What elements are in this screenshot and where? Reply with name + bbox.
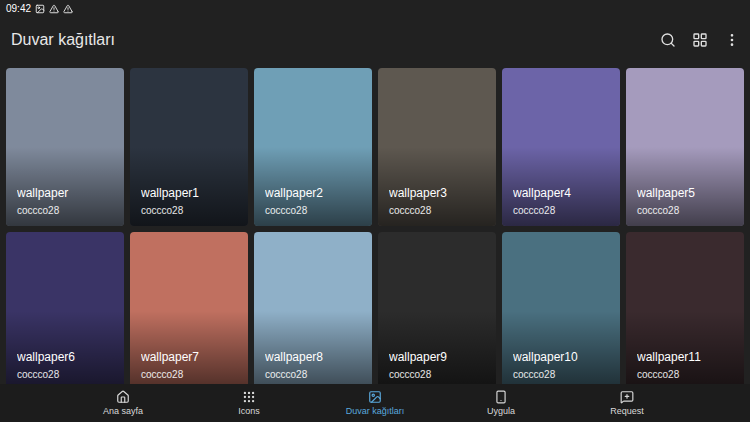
wallpaper-name: wallpaper7 — [141, 349, 237, 365]
card-caption: wallpaper1 coccco28 — [130, 185, 248, 226]
wallpaper-name: wallpaper1 — [141, 185, 237, 201]
wallpaper-card[interactable]: wallpaper11 coccco28 — [626, 232, 744, 384]
card-shade — [626, 68, 744, 226]
wallpaper-name: wallpaper11 — [637, 349, 733, 365]
card-caption: wallpaper4 coccco28 — [502, 185, 620, 226]
home-icon — [116, 390, 130, 404]
wallpaper-author: coccco28 — [265, 204, 361, 218]
wallpaper-name: wallpaper2 — [265, 185, 361, 201]
card-caption: wallpaper9 coccco28 — [378, 349, 496, 384]
wallpaper-area: wallpapercoccco28wallpaper1coccco28wallp… — [0, 62, 750, 384]
card-shade — [6, 68, 124, 226]
wallpaper-name: wallpaper10 — [513, 349, 609, 365]
wallpaper-name: wallpaper9 — [389, 349, 485, 365]
card-caption: wallpaper5 coccco28 — [626, 185, 744, 226]
bottom-nav-item[interactable]: Request — [564, 384, 690, 422]
status-bar: 09:42 — [0, 0, 750, 18]
warning-icon — [63, 4, 73, 14]
bottom-nav-item[interactable]: Icons — [186, 384, 312, 422]
wallpaper-author: coccco28 — [513, 368, 609, 382]
bottom-nav-item[interactable]: Ana sayfa — [60, 384, 186, 422]
wallpaper-card[interactable]: wallpaper8 coccco28 — [254, 232, 372, 384]
wallpaper-name: wallpaper5 — [637, 185, 733, 201]
wallpaper-card[interactable]: wallpaper3 coccco28 — [378, 68, 496, 226]
app-bar: Duvar kağıtları — [0, 18, 750, 62]
wallpaper-author: coccco28 — [637, 204, 733, 218]
bottom-nav-label: Icons — [238, 406, 260, 417]
wallpaper-card[interactable]: wallpaper4 coccco28 — [502, 68, 620, 226]
bottom-nav-label: Uygula — [487, 406, 515, 417]
wallpaper-author: coccco28 — [389, 368, 485, 382]
wallpaper-icon — [368, 390, 382, 404]
wallpaper-card[interactable]: wallpaper2 coccco28 — [254, 68, 372, 226]
card-caption: wallpaper7 coccco28 — [130, 349, 248, 384]
image-notification-icon — [35, 4, 45, 14]
wallpaper-card[interactable]: wallpaper9 coccco28 — [378, 232, 496, 384]
bottom-nav-label: Duvar kağıtları — [346, 406, 405, 417]
card-caption: wallpaper6 coccco28 — [6, 349, 124, 384]
bottom-nav-item[interactable]: Duvar kağıtları — [312, 384, 438, 422]
card-caption: wallpaper coccco28 — [6, 185, 124, 226]
card-caption: wallpaper10 coccco28 — [502, 349, 620, 384]
wallpaper-author: coccco28 — [141, 368, 237, 382]
wallpaper-card[interactable]: wallpaper5 coccco28 — [626, 68, 744, 226]
card-caption: wallpaper8 coccco28 — [254, 349, 372, 384]
apply-phone-icon — [494, 390, 508, 404]
wallpaper-author: coccco28 — [389, 204, 485, 218]
wallpaper-author: coccco28 — [513, 204, 609, 218]
card-shade — [254, 68, 372, 226]
wallpaper-name: wallpaper6 — [17, 349, 113, 365]
more-icon[interactable] — [724, 32, 740, 48]
icons-grid-icon — [242, 390, 256, 404]
status-time: 09:42 — [6, 3, 31, 15]
bottom-nav: Ana sayfa Icons Duvar kağıtları Uygula Reque… — [0, 384, 750, 422]
wallpaper-author: coccco28 — [265, 368, 361, 382]
card-caption: wallpaper2 coccco28 — [254, 185, 372, 226]
card-shade — [130, 68, 248, 226]
layout-grid-icon[interactable] — [692, 32, 708, 48]
wallpaper-card[interactable]: wallpaper1 coccco28 — [130, 68, 248, 226]
card-shade — [502, 68, 620, 226]
wallpaper-author: coccco28 — [17, 368, 113, 382]
search-icon[interactable] — [660, 32, 676, 48]
wallpaper-grid: wallpapercoccco28wallpaper1coccco28wallp… — [0, 62, 750, 384]
wallpaper-card[interactable]: wallpaper10 coccco28 — [502, 232, 620, 384]
warning-icon — [49, 4, 59, 14]
wallpaper-name: wallpaper — [17, 185, 113, 201]
wallpaper-card[interactable]: wallpaper6 coccco28 — [6, 232, 124, 384]
app-screen: 09:42Duvar kağıtlarıwallpapercoccco28wal… — [0, 0, 750, 422]
wallpaper-name: wallpaper8 — [265, 349, 361, 365]
wallpaper-card[interactable]: wallpaper coccco28 — [6, 68, 124, 226]
wallpaper-author: coccco28 — [17, 204, 113, 218]
bottom-nav-label: Ana sayfa — [103, 406, 143, 417]
app-bar-title: Duvar kağıtları — [11, 28, 115, 52]
bottom-nav-item[interactable]: Uygula — [438, 384, 564, 422]
request-icon — [620, 390, 634, 404]
wallpaper-author: coccco28 — [141, 204, 237, 218]
wallpaper-card[interactable]: wallpaper7 coccco28 — [130, 232, 248, 384]
bottom-nav-label: Request — [610, 406, 644, 417]
card-caption: wallpaper3 coccco28 — [378, 185, 496, 226]
app-bar-actions — [660, 32, 740, 48]
wallpaper-name: wallpaper4 — [513, 185, 609, 201]
card-caption: wallpaper11 coccco28 — [626, 349, 744, 384]
wallpaper-author: coccco28 — [637, 368, 733, 382]
wallpaper-name: wallpaper3 — [389, 185, 485, 201]
card-shade — [378, 68, 496, 226]
